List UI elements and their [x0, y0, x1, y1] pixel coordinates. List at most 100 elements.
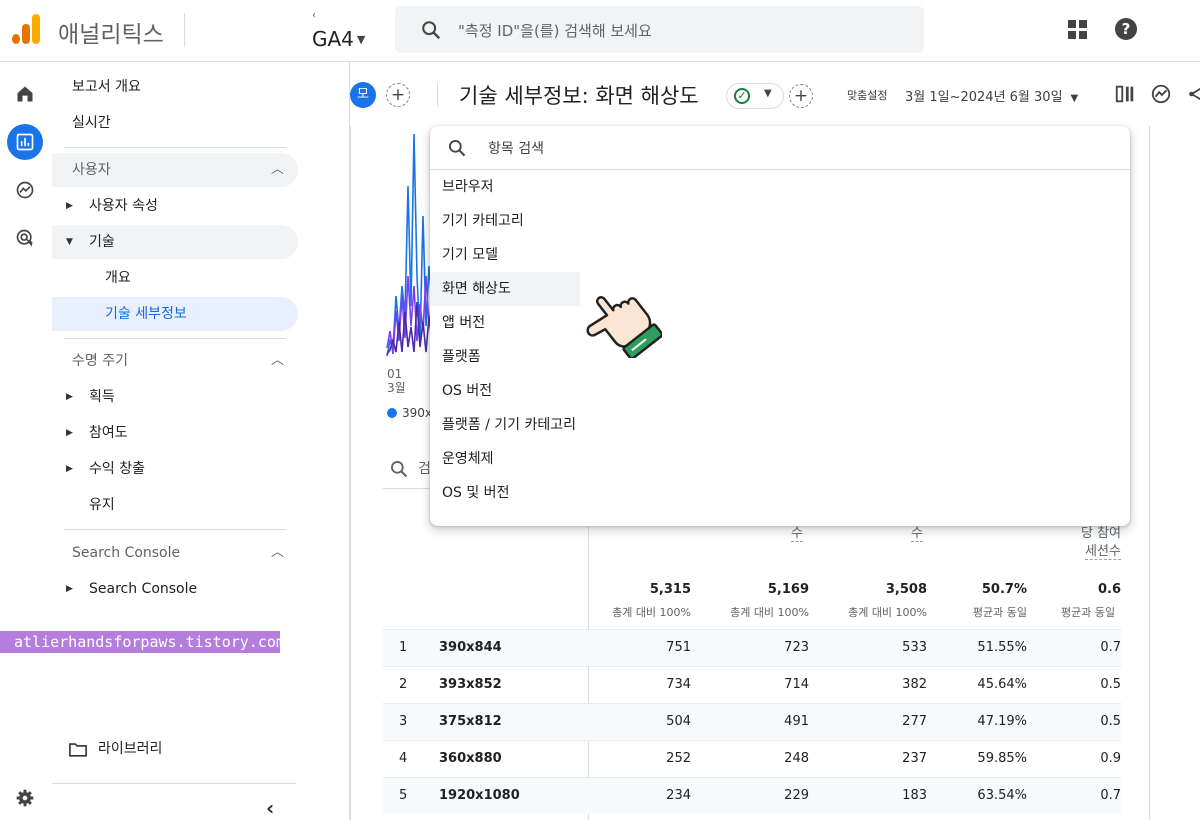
sidebar-item-engagement[interactable]: ▶ 참여도	[52, 416, 298, 450]
row-rank: 2	[399, 677, 408, 692]
sidebar-item-tech[interactable]: ▼ 기술	[52, 225, 298, 259]
item-label: 참여도	[89, 425, 128, 441]
compare-label: 맞춤설정	[847, 89, 888, 102]
reports-icon[interactable]	[7, 124, 43, 160]
table-row[interactable]: 5 1920x1080 234 229 183 63.54% 0.7	[383, 777, 1121, 814]
dropdown-option-os-and-version[interactable]: OS 및 버전	[430, 476, 1130, 510]
dropdown-option-operating-system[interactable]: 운영체제	[430, 442, 1130, 476]
row-value: 382	[902, 677, 927, 692]
check-circle-icon: ✓	[734, 88, 750, 104]
property-selector[interactable]: ‹ GA4 ▼	[312, 10, 365, 51]
sidebar-item-tech-overview[interactable]: 개요	[52, 261, 298, 295]
dropdown-option-app-version[interactable]: 앱 버전	[430, 306, 1130, 340]
row-value: 714	[784, 677, 809, 692]
row-value: 183	[902, 788, 927, 803]
table-row[interactable]: 4 360x880 252 248 237 59.85% 0.9	[383, 740, 1121, 777]
search-icon	[391, 461, 408, 478]
sidebar-divider	[64, 338, 286, 339]
triangle-down-icon: ▼	[66, 237, 73, 247]
comparison-chip[interactable]: 모	[350, 82, 376, 108]
dropdown-option-platform[interactable]: 플랫폼	[430, 340, 1130, 374]
total-subtext: 총계 대비 100%	[730, 606, 809, 619]
row-rank: 5	[399, 788, 408, 803]
row-rank: 3	[399, 714, 408, 729]
property-name: GA4	[312, 27, 354, 51]
sidebar-section-search-console[interactable]: Search Console ︿	[52, 536, 298, 570]
sidebar-item-acquisition[interactable]: ▶ 획득	[52, 380, 298, 414]
dropdown-search-placeholder: 항목 검색	[488, 141, 544, 157]
total-value: 5,315	[649, 582, 691, 597]
dropdown-search[interactable]: 항목 검색	[430, 126, 1130, 170]
explore-icon[interactable]	[7, 172, 43, 208]
section-label: 사용자	[72, 162, 111, 178]
triangle-right-icon: ▶	[66, 428, 73, 438]
folder-icon	[69, 743, 87, 757]
dropdown-option-device-model[interactable]: 기기 모델	[430, 238, 1130, 272]
sidebar-item-report-overview[interactable]: 보고서 개요	[52, 70, 298, 104]
sidebar-divider	[64, 147, 286, 148]
section-label: Search Console	[72, 545, 181, 561]
search-icon	[422, 21, 441, 40]
dropdown-option-platform-device-category[interactable]: 플랫폼 / 기기 카테고리	[430, 408, 1130, 442]
row-value: 504	[666, 714, 691, 729]
sidebar-item-user-attributes[interactable]: ▶ 사용자 속성	[52, 189, 298, 223]
add-filter-icon[interactable]: +	[789, 84, 813, 108]
report-toolbar: 모 + 기술 세부정보: 화면 해상도 ✓ ▼ + 맞춤설정 3월 1일~202…	[350, 62, 1200, 126]
sidebar-item-search-console[interactable]: ▶ Search Console	[52, 572, 298, 606]
triangle-right-icon: ▶	[66, 201, 73, 211]
triangle-right-icon: ▶	[66, 584, 73, 594]
sidebar-divider	[64, 529, 286, 530]
settings-icon[interactable]	[7, 780, 43, 816]
add-comparison-icon[interactable]: +	[386, 83, 410, 107]
share-icon[interactable]	[1186, 83, 1200, 105]
sidebar-item-monetization[interactable]: ▶ 수익 창출	[52, 452, 298, 486]
sidebar-item-library[interactable]: 라이브러리	[52, 732, 298, 766]
dropdown-option-browser[interactable]: 브라우저	[430, 170, 1130, 204]
row-dimension: 393x852	[439, 677, 502, 692]
item-label: 획득	[89, 389, 115, 405]
help-icon[interactable]: ?	[1115, 18, 1137, 40]
row-value: 0.7	[1100, 788, 1121, 803]
sidebar-item-retention[interactable]: 유지	[52, 488, 298, 522]
table-row[interactable]: 3 375x812 504 491 277 47.19% 0.5	[383, 703, 1121, 740]
row-value: 51.55%	[977, 640, 1027, 655]
row-value: 252	[666, 751, 691, 766]
collapse-sidebar-icon[interactable]: ‹	[266, 796, 274, 820]
dropdown-option-device-category[interactable]: 기기 카테고리	[430, 204, 1130, 238]
dropdown-option-screen-resolution[interactable]: 화면 해상도	[430, 272, 580, 306]
insights-icon[interactable]	[1150, 83, 1172, 105]
item-label: 수익 창출	[89, 461, 145, 477]
date-range-selector[interactable]: 3월 1일~2024년 6월 30일 ▼	[905, 86, 1078, 105]
total-subtext: 총계 대비 100%	[612, 606, 691, 619]
row-dimension: 1920x1080	[439, 788, 520, 803]
search-bar[interactable]: "측정 ID"을(를) 검색해 보세요	[395, 6, 924, 53]
sidebar-item-tech-details[interactable]: 기술 세부정보	[52, 297, 298, 331]
triangle-right-icon: ▶	[66, 464, 73, 474]
total-subtext: 총계 대비 100%	[848, 606, 927, 619]
column-header[interactable]: 세션수	[1085, 540, 1121, 560]
item-label: Search Console	[89, 581, 198, 597]
row-dimension: 390x844	[439, 640, 502, 655]
watermark-text: atlierhandsforpaws.tistory.com	[0, 631, 285, 653]
customize-report-icon[interactable]	[1114, 83, 1136, 105]
total-value: 3,508	[885, 582, 927, 597]
row-rank: 4	[399, 751, 408, 766]
item-label: 사용자 속성	[89, 198, 158, 214]
advertising-icon[interactable]	[7, 220, 43, 256]
sidebar-section-lifecycle[interactable]: 수명 주기 ︿	[52, 344, 298, 378]
apps-grid-icon[interactable]	[1068, 20, 1088, 40]
search-icon	[449, 140, 466, 157]
analytics-logo-icon[interactable]	[12, 14, 40, 44]
account-breadcrumb: ‹	[312, 10, 316, 21]
table-row[interactable]: 1 390x844 751 723 533 51.55% 0.7	[383, 629, 1121, 666]
table-row[interactable]: 2 393x852 734 714 382 45.64% 0.5	[383, 666, 1121, 703]
sidebar-section-user[interactable]: 사용자 ︿	[52, 153, 298, 187]
table-search-input[interactable]: 검	[418, 458, 431, 478]
sidebar-item-realtime[interactable]: 실시간	[52, 106, 298, 140]
home-icon[interactable]	[7, 76, 43, 112]
row-value: 0.7	[1100, 640, 1121, 655]
dropdown-option-os-version[interactable]: OS 버전	[430, 374, 1130, 408]
row-value: 229	[784, 788, 809, 803]
data-quality-status[interactable]: ✓ ▼	[726, 83, 784, 109]
row-value: 277	[902, 714, 927, 729]
